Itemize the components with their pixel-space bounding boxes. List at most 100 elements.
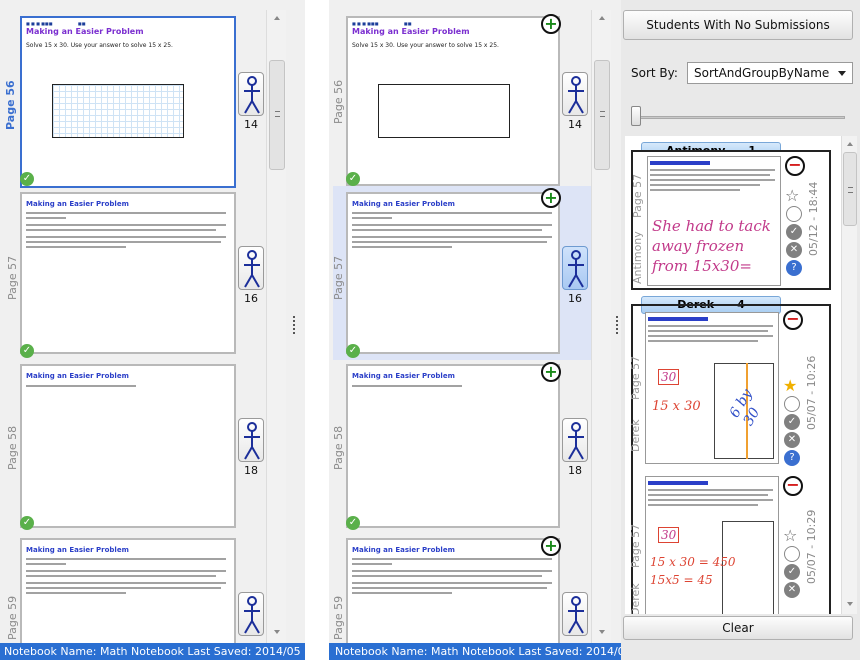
student-person-button[interactable] <box>562 418 588 462</box>
page-thumbnail-58[interactable]: Making an Easier Problem <box>20 364 236 528</box>
students-no-submissions-button[interactable]: Students With No Submissions <box>623 10 853 40</box>
person-icon <box>244 250 260 288</box>
star-filled-icon[interactable]: ★ <box>783 376 797 395</box>
page-thumbnail-57[interactable]: Making an Easier Problem <box>346 192 560 354</box>
scroll-up-arrow-icon[interactable] <box>847 142 853 146</box>
empty-circle-icon[interactable] <box>784 546 800 562</box>
student-person-button[interactable] <box>238 592 264 636</box>
chevron-down-icon <box>838 71 846 76</box>
empty-circle-icon[interactable] <box>786 206 802 222</box>
doc-text-line <box>352 246 452 248</box>
page-list-scrollbar[interactable] <box>591 10 611 643</box>
remove-submission-icon[interactable]: − <box>783 310 803 330</box>
doc-text-line <box>352 241 547 243</box>
incorrect-x-icon[interactable]: ✕ <box>784 582 800 598</box>
submission-page-label: Page 57 <box>631 173 644 218</box>
submission-page-label: Page 57 <box>629 523 642 568</box>
question-icon[interactable]: ? <box>786 260 802 276</box>
sort-dropdown[interactable]: SortAndGroupByName <box>687 62 853 84</box>
zoom-slider-thumb[interactable] <box>631 106 641 126</box>
submission-timestamp: 05/07 - 10:26 <box>805 355 818 430</box>
clear-button[interactable]: Clear <box>623 616 853 640</box>
doc-text-line <box>648 325 773 327</box>
question-icon[interactable]: ? <box>784 450 800 466</box>
remove-submission-icon[interactable]: − <box>785 156 805 176</box>
page-thumbnail-58[interactable]: Making an Easier Problem <box>346 364 560 528</box>
correct-check-icon[interactable]: ✓ <box>786 224 802 240</box>
scroll-thumb[interactable] <box>594 60 610 170</box>
add-page-plus-icon[interactable]: + <box>541 14 561 34</box>
submission-timestamp: 05/07 - 10:29 <box>805 509 818 584</box>
doc-text-line <box>650 169 775 171</box>
submission-card[interactable]: Page 57 Antimony Antimony She had to tac… <box>631 150 831 290</box>
doc-text-line <box>352 229 542 231</box>
scroll-down-arrow-icon[interactable] <box>599 630 605 634</box>
doc-text-line <box>352 236 552 238</box>
submission-thumbnail: 30 15 x 30 = 450 15x5 = 45 <box>645 476 779 614</box>
handwriting-line: 30 <box>658 369 680 385</box>
student-person-button[interactable] <box>238 418 264 462</box>
doc-text-line <box>648 499 773 501</box>
scroll-thumb[interactable] <box>843 152 857 226</box>
doc-text-line <box>26 558 226 560</box>
submission-count: 16 <box>568 292 582 305</box>
add-page-plus-icon[interactable]: + <box>541 362 561 382</box>
submission-count: 18 <box>568 464 582 477</box>
student-person-button[interactable] <box>562 592 588 636</box>
submission-student-name: Derek <box>629 583 642 614</box>
add-page-plus-icon[interactable]: + <box>541 536 561 556</box>
page-thumbnail-57[interactable]: Making an Easier Problem <box>20 192 236 354</box>
submission-count: 14 <box>244 118 258 131</box>
person-icon <box>568 596 584 634</box>
doc-text-line <box>352 570 552 572</box>
page-list-scrollbar[interactable] <box>266 10 286 643</box>
page-thumbnail-56[interactable]: ■ ■ ■ ■■■ ■■ Making an Easier Problem So… <box>20 16 236 188</box>
doc-text-line <box>26 575 216 577</box>
doc-text-line <box>648 489 773 491</box>
submission-count: 14 <box>568 118 582 131</box>
student-person-button[interactable] <box>562 246 588 290</box>
submissions-scrollbar[interactable] <box>841 136 857 614</box>
empty-circle-icon[interactable] <box>784 396 800 412</box>
submitted-check-icon: ✓ <box>346 172 360 186</box>
incorrect-x-icon[interactable]: ✕ <box>784 432 800 448</box>
doc-title-mini <box>648 317 708 321</box>
doc-text-line <box>352 582 552 584</box>
student-person-button[interactable] <box>562 72 588 116</box>
status-bar: Notebook Name: Math Notebook Last Saved:… <box>329 643 621 660</box>
doc-text-line <box>650 184 760 186</box>
incorrect-x-icon[interactable]: ✕ <box>786 242 802 258</box>
page-thumbnail-59[interactable]: Making an Easier Problem <box>346 538 560 648</box>
page-thumbnail-56[interactable]: ■ ■ ■ ■■■ ■■ Making an Easier Problem So… <box>346 16 560 186</box>
student-person-button[interactable] <box>238 246 264 290</box>
correct-check-icon[interactable]: ✓ <box>784 564 800 580</box>
doc-text-line <box>26 570 226 572</box>
doc-title: Making an Easier Problem <box>26 546 129 554</box>
submission-count: 16 <box>244 292 258 305</box>
scroll-up-arrow-icon[interactable] <box>274 16 280 20</box>
star-icon[interactable]: ☆ <box>785 186 799 205</box>
zoom-slider-track[interactable] <box>631 116 845 119</box>
sort-dropdown-value: SortAndGroupByName <box>694 66 830 80</box>
middle-page-pane: ■ ■ ■ ■■■ ■■ Making an Easier Problem So… <box>329 0 621 660</box>
student-person-button[interactable] <box>238 72 264 116</box>
scroll-up-arrow-icon[interactable] <box>599 16 605 20</box>
submission-count: 18 <box>244 464 258 477</box>
handwriting-line: 15 x 30 = 450 <box>650 555 736 569</box>
splitter-grip-icon[interactable] <box>293 316 296 334</box>
submission-card[interactable]: Page 57 Derek 30 15 x 30 6 by 30 05/07 -… <box>629 310 825 468</box>
add-page-plus-icon[interactable]: + <box>541 188 561 208</box>
correct-check-icon[interactable]: ✓ <box>784 414 800 430</box>
page-thumbnail-59[interactable]: Making an Easier Problem <box>20 538 236 648</box>
star-icon[interactable]: ☆ <box>783 526 797 545</box>
remove-submission-icon[interactable]: − <box>783 476 803 496</box>
doc-text-line <box>26 385 136 387</box>
scroll-down-arrow-icon[interactable] <box>847 602 853 606</box>
scroll-thumb[interactable] <box>269 60 285 170</box>
sort-label: Sort By: <box>631 66 678 80</box>
submission-card[interactable]: Page 57 Derek 30 15 x 30 = 450 15x5 = 45… <box>629 476 825 614</box>
doc-text-line <box>352 224 552 226</box>
scroll-down-arrow-icon[interactable] <box>274 630 280 634</box>
submission-page-label: Page 57 <box>629 355 642 400</box>
splitter-grip-icon[interactable] <box>616 316 619 334</box>
